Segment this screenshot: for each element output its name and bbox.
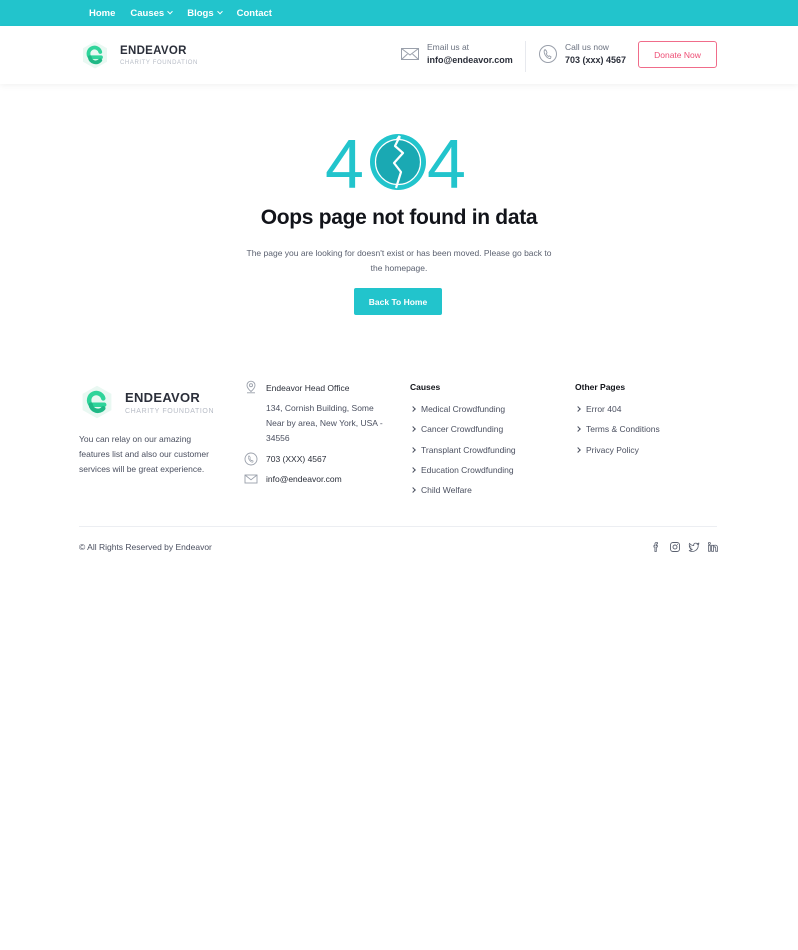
- brand-tagline: CHARITY FOUNDATION: [120, 59, 198, 66]
- chevron-right-icon: [575, 426, 581, 433]
- chevron-down-icon: [216, 8, 223, 15]
- footer-link-medical-crowdfunding[interactable]: Medical Crowdfunding: [410, 399, 516, 419]
- envelope-icon: [244, 474, 258, 484]
- page-title: Oops page not found in data: [260, 206, 538, 229]
- top-nav-bar: Home Causes Blogs Contact: [0, 0, 798, 26]
- email-value: info@endeavor.com: [427, 55, 513, 65]
- location-pin-icon: [246, 380, 256, 394]
- footer-link-label: Education Crowdfunding: [421, 465, 514, 476]
- footer-phone[interactable]: 703 (XXX) 4567: [244, 452, 394, 466]
- chevron-right-icon: [410, 487, 416, 494]
- email-label: Email us at: [427, 42, 470, 52]
- footer-causes-column: Causes Medical Crowdfunding Cancer Crowd…: [410, 382, 516, 500]
- footer-about-text: You can relay on our amazing features li…: [79, 434, 209, 474]
- footer-link-child-welfare[interactable]: Child Welfare: [410, 480, 516, 500]
- nav-item-causes[interactable]: Causes: [130, 7, 174, 19]
- social-links: [650, 541, 719, 553]
- phone-icon: [539, 44, 557, 63]
- footer-divider: [79, 526, 717, 527]
- other-pages-title: Other Pages: [575, 382, 626, 392]
- footer-email[interactable]: info@endeavor.com: [244, 472, 394, 486]
- error-404-graphic: 4 4: [325, 130, 466, 192]
- main-nav: Home Causes Blogs Contact: [89, 0, 287, 26]
- office-title: Endeavor Head Office: [266, 383, 350, 393]
- nav-item-label: Contact: [236, 7, 272, 19]
- chevron-right-icon: [410, 406, 416, 412]
- nav-item-label: Blogs: [187, 7, 214, 19]
- facebook-icon[interactable]: [650, 541, 662, 553]
- instagram-icon[interactable]: [669, 541, 681, 553]
- header-divider: [525, 41, 526, 72]
- footer-link-label: Cancer Crowdfunding: [421, 424, 504, 435]
- footer-link-transplant-crowdfunding[interactable]: Transplant Crowdfunding: [410, 440, 516, 460]
- nav-item-contact[interactable]: Contact: [237, 8, 272, 19]
- linkedin-icon[interactable]: [707, 541, 719, 553]
- header-email[interactable]: Email us at info@endeavor.com: [400, 42, 513, 65]
- site-logo[interactable]: ENDEAVOR CHARITY FOUNDATION: [80, 40, 198, 70]
- footer-link-terms-conditions[interactable]: Terms & Conditions: [575, 419, 660, 439]
- footer-link-label: Error 404: [586, 404, 622, 415]
- chevron-right-icon: [410, 426, 416, 433]
- footer-link-label: Terms & Conditions: [586, 424, 660, 435]
- causes-title: Causes: [410, 382, 441, 392]
- chevron-right-icon: [410, 467, 416, 473]
- brand-name: ENDEAVOR: [120, 44, 187, 57]
- nav-item-label: Causes: [130, 7, 165, 19]
- error-message: The page you are looking for doesn't exi…: [246, 248, 552, 273]
- footer-phone-value: 703 (XXX) 4567: [266, 454, 327, 464]
- chevron-right-icon: [575, 446, 581, 453]
- chevron-right-icon: [575, 406, 581, 412]
- twitter-icon[interactable]: [688, 541, 700, 553]
- donate-now-button[interactable]: Donate Now: [638, 41, 717, 68]
- footer-pages-column: Other Pages Error 404 Terms & Conditions…: [575, 382, 660, 460]
- broken-zero-icon: [370, 134, 426, 190]
- footer-link-error-404[interactable]: Error 404: [575, 399, 660, 419]
- brand-name: ENDEAVOR: [125, 389, 201, 405]
- copyright-text: © All Rights Reserved by Endeavor: [79, 542, 212, 552]
- footer-link-label: Transplant Crowdfunding: [421, 444, 516, 455]
- error-code-right: 4: [427, 130, 466, 192]
- footer-link-label: Privacy Policy: [586, 444, 639, 455]
- footer-link-label: Medical Crowdfunding: [421, 404, 506, 415]
- brand-tagline: CHARITY FOUNDATION: [125, 407, 215, 415]
- chevron-right-icon: [410, 446, 416, 453]
- chevron-down-icon: [167, 8, 174, 15]
- office-address: 134, Cornish Building, Some Near by area…: [266, 403, 383, 443]
- back-to-home-button[interactable]: Back To Home: [354, 288, 442, 315]
- nav-item-blogs[interactable]: Blogs: [187, 7, 223, 19]
- site-header: ENDEAVOR CHARITY FOUNDATION Email us at …: [0, 26, 798, 84]
- nav-item-home[interactable]: Home: [89, 8, 115, 19]
- footer-link-label: Child Welfare: [421, 485, 472, 496]
- header-phone[interactable]: Call us now 703 (xxx) 4567: [538, 42, 626, 65]
- endeavor-logo-icon: [83, 41, 107, 69]
- phone-icon: [244, 452, 258, 466]
- error-code-left: 4: [325, 130, 364, 192]
- nav-item-label: Home: [89, 7, 116, 19]
- footer-link-cancer-crowdfunding[interactable]: Cancer Crowdfunding: [410, 419, 516, 439]
- footer-link-privacy-policy[interactable]: Privacy Policy: [575, 440, 660, 460]
- phone-value: 703 (xxx) 4567: [565, 55, 627, 65]
- envelope-icon: [401, 47, 419, 60]
- footer-contact-info: Endeavor Head Office 134, Cornish Buildi…: [244, 380, 394, 486]
- endeavor-logo-icon: [82, 385, 112, 419]
- footer-email-value: info@endeavor.com: [266, 474, 342, 484]
- footer-link-education-crowdfunding[interactable]: Education Crowdfunding: [410, 460, 516, 480]
- phone-label: Call us now: [565, 42, 609, 52]
- footer-logo[interactable]: ENDEAVOR CHARITY FOUNDATION: [79, 384, 214, 420]
